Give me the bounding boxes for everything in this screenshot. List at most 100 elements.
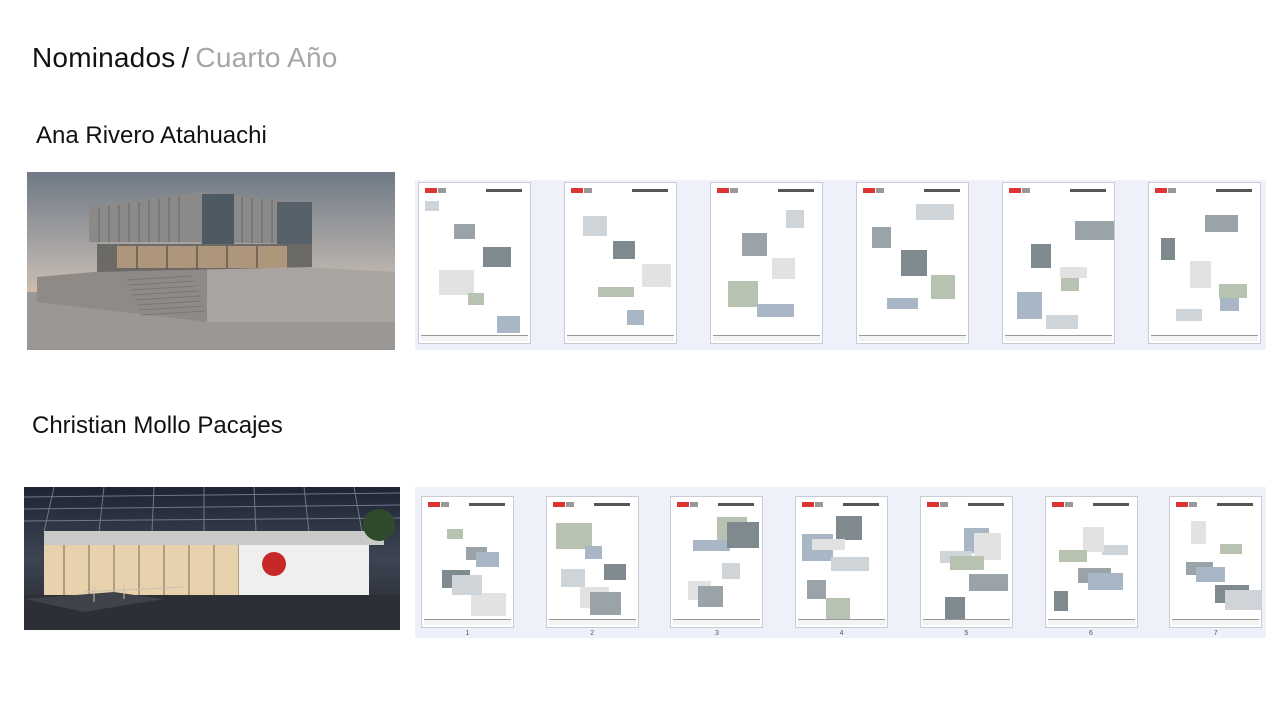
hero-image-1[interactable]	[27, 172, 395, 350]
building-render-2	[24, 487, 400, 630]
sheet-drawing-block	[584, 546, 602, 559]
sheet-drawing-block	[583, 216, 607, 236]
sheet-thumbnail[interactable]	[1044, 496, 1138, 628]
sheet-drawing-block	[560, 569, 585, 587]
sheet-drawing-block	[1053, 591, 1068, 611]
sheet-drawing-block	[1225, 590, 1262, 610]
sheet-drawing-block	[742, 233, 767, 256]
sheet-drawing-block	[589, 592, 621, 615]
sheet-drawing-block	[468, 293, 484, 305]
sheet-drawing-block	[831, 557, 870, 571]
sheet-drawing-block	[931, 275, 955, 299]
sheet-drawing-block	[693, 540, 731, 551]
sheet-drawing-block	[452, 575, 482, 595]
sheet-drawing-block	[613, 241, 635, 259]
sheet-drawing-block	[1017, 292, 1042, 319]
sheet-thumbnail[interactable]	[1002, 182, 1115, 344]
sheet-header	[469, 503, 505, 506]
sheet-drawing-block	[916, 204, 954, 220]
sheet-thumbnail[interactable]	[856, 182, 969, 344]
logo-mark-icon	[438, 188, 446, 193]
sheet-drawing-block	[807, 580, 827, 599]
sheet-drawing-block	[1101, 545, 1128, 555]
sheet-drawing-block	[1176, 309, 1202, 321]
nominee-name-1: Ana Rivero Atahuachi	[36, 122, 267, 149]
logo-icon	[802, 502, 815, 507]
sheet-drawing-block	[786, 210, 804, 228]
logo-icon	[428, 502, 440, 507]
sheet-drawing-block	[1205, 215, 1238, 232]
sheet-drawing-block	[944, 597, 965, 619]
logo-mark-icon	[1189, 502, 1198, 507]
sheet-drawing-block	[757, 304, 794, 317]
sheet-thumbnail[interactable]	[564, 182, 677, 344]
sheet-header	[924, 189, 960, 192]
sheet-header	[967, 503, 1004, 506]
sheet-thumbnail[interactable]	[670, 496, 764, 628]
sheet-thumbnail[interactable]	[421, 496, 514, 628]
logo-icon	[717, 188, 729, 193]
sheet-number: 5	[964, 630, 969, 637]
logo-mark-icon	[690, 502, 699, 507]
sheet-drawing-block	[603, 564, 626, 580]
sheet-header	[778, 189, 814, 192]
hero-image-2[interactable]	[24, 487, 400, 630]
sheet-drawing-block	[454, 224, 475, 239]
sheet-drawing-block	[901, 250, 927, 276]
sheet-drawing-block	[826, 598, 851, 620]
sheet-drawing-block	[836, 516, 863, 540]
sheet-thumbnail[interactable]	[1148, 182, 1261, 344]
sheet-drawing-block	[772, 258, 795, 279]
sheet-number: 1	[465, 630, 470, 637]
sheet-drawing-block	[1190, 261, 1211, 288]
logo-mark-icon	[730, 188, 738, 193]
sheet-drawing-block	[1220, 544, 1243, 554]
sheet-footer	[548, 619, 636, 625]
sheet-drawing-block	[727, 522, 760, 548]
sheet-footer	[798, 619, 886, 625]
sheet-drawing-block	[1082, 527, 1104, 552]
sheet-number: 2	[590, 630, 595, 637]
sheet-number: 3	[714, 630, 719, 637]
sheet-footer	[424, 619, 511, 625]
sheet-drawing-block	[812, 539, 846, 550]
logo-mark-icon	[876, 188, 884, 193]
sheet-drawing-block	[728, 281, 758, 307]
sheet-footer	[673, 619, 761, 625]
sheet-header	[1217, 503, 1254, 506]
sheet-drawing-block	[949, 556, 984, 570]
sheet-drawing-block	[1161, 238, 1175, 260]
sheet-thumbnail[interactable]	[1169, 496, 1263, 628]
sheet-drawing-block	[1058, 550, 1087, 562]
sheet-drawing-block	[1191, 521, 1207, 544]
sheet-drawing-block	[425, 201, 439, 211]
sheet-number: 7	[1213, 630, 1218, 637]
sheet-drawing-block	[439, 270, 474, 295]
sheet-footer	[421, 335, 528, 341]
sheet-drawing-block	[1046, 315, 1078, 329]
sheet-thumbnail[interactable]	[710, 182, 823, 344]
logo-icon	[1155, 188, 1167, 193]
logo-icon	[1051, 502, 1064, 507]
sheet-footer	[1047, 619, 1135, 625]
sheet-drawing-block	[447, 529, 463, 539]
sheet-thumbnail[interactable]	[795, 496, 889, 628]
sheet-drawing-block	[471, 593, 506, 616]
sheet-drawing-block	[1196, 567, 1226, 582]
sheet-drawing-block	[887, 298, 918, 309]
logo-mark-icon	[1064, 502, 1073, 507]
logo-icon	[552, 502, 565, 507]
logo-mark-icon	[939, 502, 948, 507]
sheet-header	[1216, 189, 1252, 192]
sheet-drawing-block	[1060, 267, 1087, 278]
sheet-drawing-block	[627, 310, 644, 325]
sheet-thumbnail[interactable]	[919, 496, 1013, 628]
sheet-thumbnail[interactable]	[545, 496, 639, 628]
logo-icon	[571, 188, 583, 193]
title-main: Nominados	[32, 42, 176, 73]
logo-mark-icon	[565, 502, 574, 507]
sheet-footer	[567, 335, 674, 341]
logo-mark-icon	[441, 502, 449, 507]
logo-mark-icon	[815, 502, 824, 507]
sheet-thumbnail[interactable]	[418, 182, 531, 344]
